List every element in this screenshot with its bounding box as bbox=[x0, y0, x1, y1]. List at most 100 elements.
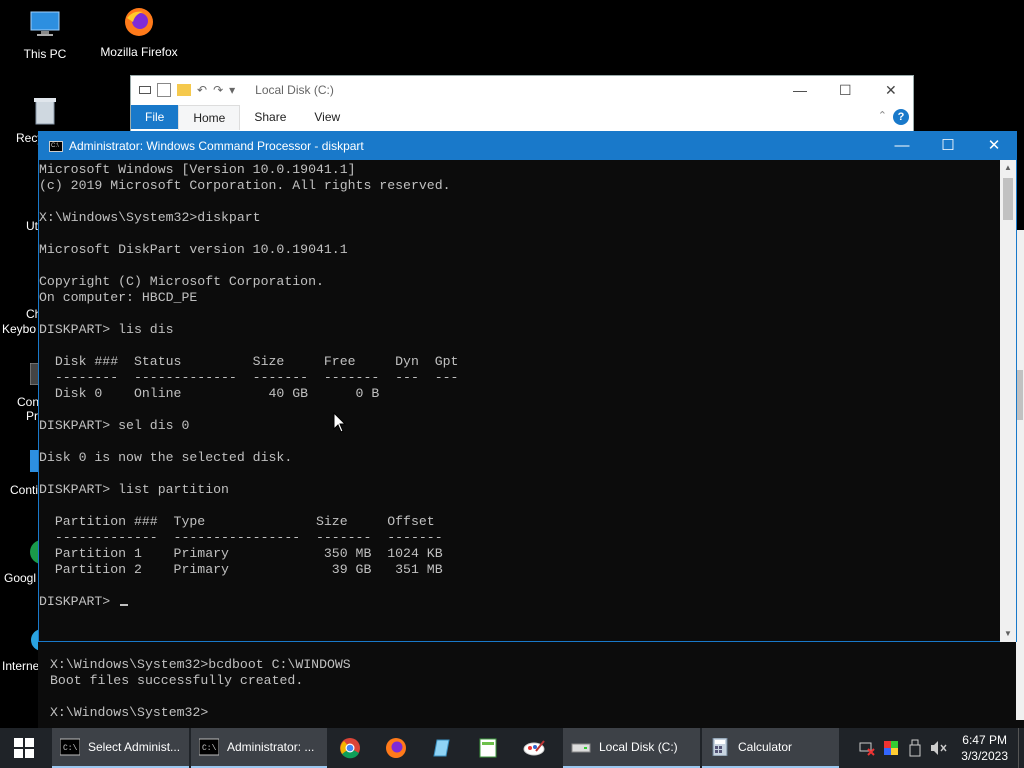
console-line: -------- ------------- ------- ------- -… bbox=[39, 370, 459, 385]
customize-toolbar-icon[interactable]: ▾ bbox=[229, 83, 235, 97]
console-line: (c) 2019 Microsoft Corporation. All righ… bbox=[39, 178, 451, 193]
system-clock[interactable]: 6:47 PM 3/3/2023 bbox=[951, 732, 1018, 764]
console-line: Partition 1 Primary 350 MB 1024 KB bbox=[39, 546, 443, 561]
volume-muted-icon[interactable] bbox=[927, 728, 951, 768]
console-line: Disk 0 is now the selected disk. bbox=[39, 450, 293, 465]
console-line: DISKPART> bbox=[39, 594, 1001, 610]
cmd-icon: C:\ bbox=[199, 738, 219, 756]
desktop-label-clipped: Googl bbox=[4, 571, 37, 585]
close-icon[interactable]: ✕ bbox=[885, 82, 897, 99]
computer-icon bbox=[30, 11, 60, 36]
firefox-icon bbox=[386, 738, 406, 758]
editor-icon bbox=[479, 738, 497, 758]
cmd-icon: C:\ bbox=[60, 738, 80, 756]
svg-text:C:\: C:\ bbox=[202, 744, 217, 753]
desktop-label-clipped: Ut bbox=[26, 219, 38, 233]
cmd-title: Administrator: Windows Command Processor… bbox=[69, 139, 364, 153]
desktop-icon-label: This PC bbox=[23, 47, 67, 61]
console-line: Disk 0 Online 40 GB 0 B bbox=[39, 386, 380, 401]
console-line: Microsoft Windows [Version 10.0.19041.1] bbox=[39, 162, 356, 177]
color-settings-icon[interactable] bbox=[879, 728, 903, 768]
maximize-button[interactable]: ☐ bbox=[925, 132, 971, 160]
console-line: Partition ### Type Size Offset bbox=[39, 514, 435, 529]
notepad-icon bbox=[433, 739, 450, 757]
taskbar-button-label: Administrator: ... bbox=[227, 740, 315, 754]
background-console-output: X:\Windows\System32>bcdboot C:\WINDOWS B… bbox=[50, 657, 351, 721]
taskbar-button-label: Local Disk (C:) bbox=[599, 740, 678, 754]
console-output[interactable]: Microsoft Windows [Version 10.0.19041.1]… bbox=[39, 160, 1001, 642]
cmd-icon: C:\ bbox=[49, 140, 63, 152]
cmd-titlebar[interactable]: C:\ Administrator: Windows Command Proce… bbox=[39, 132, 1016, 160]
clock-date: 3/3/2023 bbox=[961, 749, 1008, 763]
command-prompt-window[interactable]: C:\ Administrator: Windows Command Proce… bbox=[38, 131, 1017, 642]
console-line: DISKPART> sel dis 0 bbox=[39, 418, 190, 433]
tab-share[interactable]: Share bbox=[240, 105, 300, 129]
redo-icon[interactable]: ↷ bbox=[213, 83, 223, 97]
new-folder-icon[interactable] bbox=[177, 84, 191, 96]
desktop-label-clipped: Keybo bbox=[2, 322, 37, 336]
scroll-down-arrow-icon[interactable]: ▼ bbox=[1000, 626, 1016, 642]
taskbar: C:\ Select Administ... C:\ Administrator… bbox=[0, 728, 1024, 768]
taskbar-button-select-admin[interactable]: C:\ Select Administ... bbox=[52, 728, 189, 768]
start-button[interactable] bbox=[0, 728, 48, 768]
help-icon[interactable]: ? bbox=[893, 109, 909, 125]
chrome-icon bbox=[340, 738, 360, 759]
system-tray: 6:47 PM 3/3/2023 bbox=[855, 728, 1024, 768]
file-explorer-window[interactable]: ↶ ↷ ▾ Local Disk (C:) — ☐ ✕ File Home Sh… bbox=[130, 75, 914, 135]
desktop-icon-this-pc[interactable]: This PC bbox=[0, 8, 90, 61]
recycle-bin-icon[interactable] bbox=[32, 96, 58, 126]
desktop-icon-firefox[interactable]: Mozilla Firefox bbox=[94, 6, 184, 59]
minimize-icon[interactable]: — bbox=[793, 82, 807, 98]
network-disconnected-icon[interactable] bbox=[855, 728, 879, 768]
console-line: DISKPART> list partition bbox=[39, 482, 229, 497]
desktop-label-clipped: Pr bbox=[26, 409, 38, 423]
console-line: Microsoft DiskPart version 10.0.19041.1 bbox=[39, 242, 348, 257]
maximize-icon[interactable]: ☐ bbox=[839, 82, 852, 99]
show-desktop-button[interactable] bbox=[1018, 728, 1024, 768]
tab-home[interactable]: Home bbox=[178, 104, 241, 130]
usb-device-icon[interactable] bbox=[903, 728, 927, 768]
scrollbar-thumb[interactable] bbox=[1003, 178, 1013, 220]
properties-icon[interactable] bbox=[157, 83, 171, 97]
text-cursor bbox=[120, 604, 129, 606]
taskbar-pin-firefox[interactable] bbox=[373, 728, 419, 768]
console-line: Partition 2 Primary 39 GB 351 MB bbox=[39, 562, 443, 577]
desktop-label-clipped: Conti bbox=[10, 483, 39, 497]
undo-icon[interactable]: ↶ bbox=[197, 83, 207, 97]
background-console-window[interactable]: X:\Windows\System32>bcdboot C:\WINDOWS B… bbox=[38, 640, 1024, 728]
close-button[interactable]: ✕ bbox=[971, 132, 1017, 160]
tab-view[interactable]: View bbox=[300, 105, 354, 129]
taskbar-button-label: Select Administ... bbox=[88, 740, 181, 754]
taskbar-pin-notepad[interactable] bbox=[419, 728, 465, 768]
collapse-ribbon-icon[interactable]: ⌃ bbox=[878, 109, 887, 122]
taskbar-pin-editor[interactable] bbox=[465, 728, 511, 768]
desktop-icon-label: Mozilla Firefox bbox=[100, 45, 178, 59]
console-line: X:\Windows\System32> bbox=[50, 705, 209, 720]
drive-icon bbox=[571, 743, 591, 753]
drive-icon bbox=[139, 86, 151, 94]
taskbar-pin-paint[interactable] bbox=[511, 728, 557, 768]
console-scrollbar[interactable]: ▲ ▼ bbox=[1000, 160, 1016, 642]
paint-icon bbox=[523, 740, 545, 756]
explorer-title: Local Disk (C:) bbox=[255, 83, 334, 97]
taskbar-button-administrator[interactable]: C:\ Administrator: ... bbox=[191, 728, 327, 768]
console-line: ------------- ---------------- ------- -… bbox=[39, 530, 443, 545]
tab-file[interactable]: File bbox=[131, 105, 179, 129]
scroll-up-arrow-icon[interactable]: ▲ bbox=[1000, 160, 1016, 176]
windows-logo-icon bbox=[14, 738, 34, 758]
taskbar-button-calculator[interactable]: Calculator bbox=[702, 728, 839, 768]
desktop-label-clipped: Con bbox=[17, 395, 40, 409]
scrollbar-thumb[interactable] bbox=[1017, 370, 1023, 420]
taskbar-pin-chrome[interactable] bbox=[327, 728, 373, 768]
background-console-scrollbar[interactable] bbox=[1016, 230, 1024, 720]
minimize-button[interactable]: — bbox=[879, 132, 925, 160]
taskbar-button-local-disk[interactable]: Local Disk (C:) bbox=[563, 728, 700, 768]
